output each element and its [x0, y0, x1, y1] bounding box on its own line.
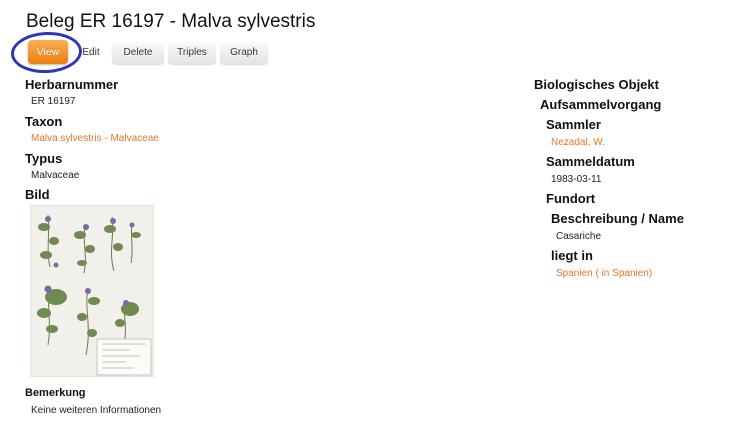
fundort-label: Fundort [546, 191, 596, 206]
aufsammelvorgang-label: Aufsammelvorgang [540, 97, 662, 112]
tab-graph[interactable]: Graph [220, 42, 268, 64]
bemerkung-label: Bemerkung [25, 387, 86, 399]
sammler-link[interactable]: Nezadal, W. [551, 137, 605, 148]
taxon-link[interactable]: Malva sylvestris - Malvaceae [31, 133, 159, 144]
herbarnummer-value: ER 16197 [31, 96, 76, 107]
biologisches-objekt-label: Biologisches Objekt [534, 77, 659, 92]
specimen-image[interactable] [30, 205, 154, 377]
herbarnummer-label: Herbarnummer [25, 77, 119, 92]
herbarium-sheet-illustration [37, 214, 152, 376]
liegt-in-link[interactable]: Spanien ( in Spanien) [556, 268, 652, 279]
sammeldatum-value: 1983-03-11 [551, 174, 602, 185]
beschreibung-label: Beschreibung / Name [551, 211, 684, 226]
beschreibung-value: Casariche [556, 231, 602, 242]
bemerkung-value: Keine weiteren Informationen [31, 405, 162, 416]
typus-label: Typus [25, 151, 63, 166]
liegt-in-label: liegt in [551, 248, 593, 263]
sammeldatum-label: Sammeldatum [546, 154, 635, 169]
tab-edit[interactable]: Edit [74, 42, 108, 64]
typus-value: Malvaceae [31, 170, 80, 181]
tab-view[interactable]: View [28, 40, 68, 64]
tab-delete[interactable]: Delete [112, 42, 164, 64]
bild-label: Bild [25, 187, 50, 202]
tab-triples[interactable]: Triples [168, 42, 216, 64]
sammler-label: Sammler [546, 117, 601, 132]
taxon-label: Taxon [25, 114, 63, 129]
page-title: Beleg ER 16197 - Malva sylvestris [26, 11, 316, 32]
